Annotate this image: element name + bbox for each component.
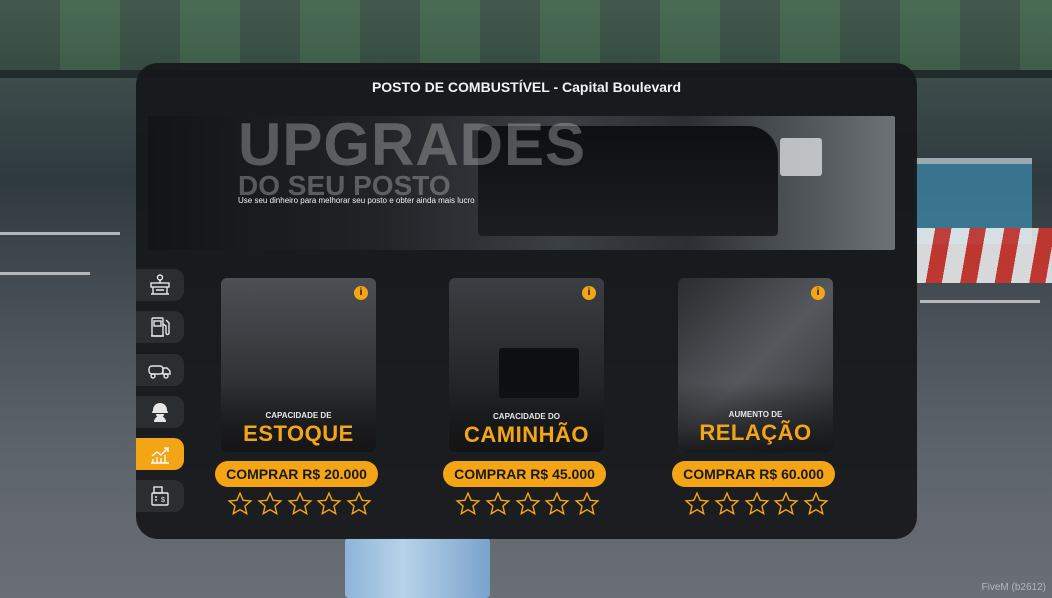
background-road-marking xyxy=(0,232,120,235)
background-overpass xyxy=(0,0,1052,70)
buy-button[interactable]: COMPRAR R$ 60.000 xyxy=(672,461,835,487)
star-rating xyxy=(684,491,829,519)
star-empty-icon xyxy=(743,491,770,516)
background-road-marking xyxy=(920,300,1040,303)
card-caption-small: CAPACIDADE DE xyxy=(265,411,332,420)
star-empty-icon xyxy=(773,491,799,516)
upgrades-banner: UPGRADES DO SEU POSTO Use seu dinheiro p… xyxy=(148,116,895,250)
info-icon[interactable]: i xyxy=(811,286,825,300)
star-rating xyxy=(227,491,372,519)
fuel-pump-icon xyxy=(151,317,170,337)
star-empty-icon xyxy=(544,491,570,516)
star-empty-icon xyxy=(316,491,342,516)
background-character-legs xyxy=(345,538,490,598)
upgrades-panel: POSTO DE COMBUSTÍVEL - Capital Boulevard… xyxy=(136,63,917,539)
star-empty-icon xyxy=(455,491,481,516)
star-empty-icon xyxy=(684,491,710,516)
star-empty-icon xyxy=(514,491,541,516)
banner-truck-image xyxy=(780,138,822,176)
info-icon[interactable]: i xyxy=(354,286,368,300)
star-empty-icon xyxy=(803,491,829,516)
sidebar-item-trucks[interactable] xyxy=(136,354,184,386)
sidebar-item-employees[interactable] xyxy=(136,396,184,428)
card-caption-big: ESTOQUE xyxy=(243,421,354,446)
star-rating xyxy=(455,491,600,519)
info-icon[interactable]: i xyxy=(582,286,596,300)
card-caption-big: RELAÇÃO xyxy=(699,420,812,445)
star-empty-icon xyxy=(257,491,283,516)
card-caption-big: CAMINHÃO xyxy=(464,422,589,447)
star-empty-icon xyxy=(227,491,253,516)
banner-description: Use seu dinheiro para melhorar seu posto… xyxy=(238,196,475,205)
growth-chart-icon xyxy=(151,447,169,464)
background-barrier xyxy=(917,228,1052,283)
svg-text:$: $ xyxy=(161,497,165,504)
tanker-truck-icon xyxy=(148,365,171,379)
buy-button[interactable]: COMPRAR R$ 45.000 xyxy=(443,461,606,487)
buy-button[interactable]: COMPRAR R$ 20.000 xyxy=(215,461,378,487)
sidebar-item-fuel[interactable] xyxy=(136,311,184,343)
gas-station-location-icon xyxy=(150,274,170,295)
star-empty-icon xyxy=(485,491,511,516)
sidebar-item-station[interactable] xyxy=(136,269,184,301)
star-empty-icon xyxy=(714,491,740,516)
star-empty-icon xyxy=(286,491,313,516)
card-caption-small: CAPACIDADE DO xyxy=(493,412,560,421)
background-road-marking xyxy=(0,272,90,275)
star-empty-icon xyxy=(574,491,600,516)
fivem-watermark: FiveM (b2612) xyxy=(981,582,1046,593)
page-title: POSTO DE COMBUSTÍVEL - Capital Boulevard xyxy=(371,79,682,95)
star-empty-icon xyxy=(346,491,372,516)
sidebar-item-upgrades[interactable] xyxy=(136,438,184,470)
cash-register-icon: $ xyxy=(151,486,169,506)
sidebar-item-finances[interactable]: $ xyxy=(136,480,184,512)
card-caption-small: AUMENTO DE xyxy=(728,410,783,419)
worker-helmet-icon xyxy=(152,403,168,422)
